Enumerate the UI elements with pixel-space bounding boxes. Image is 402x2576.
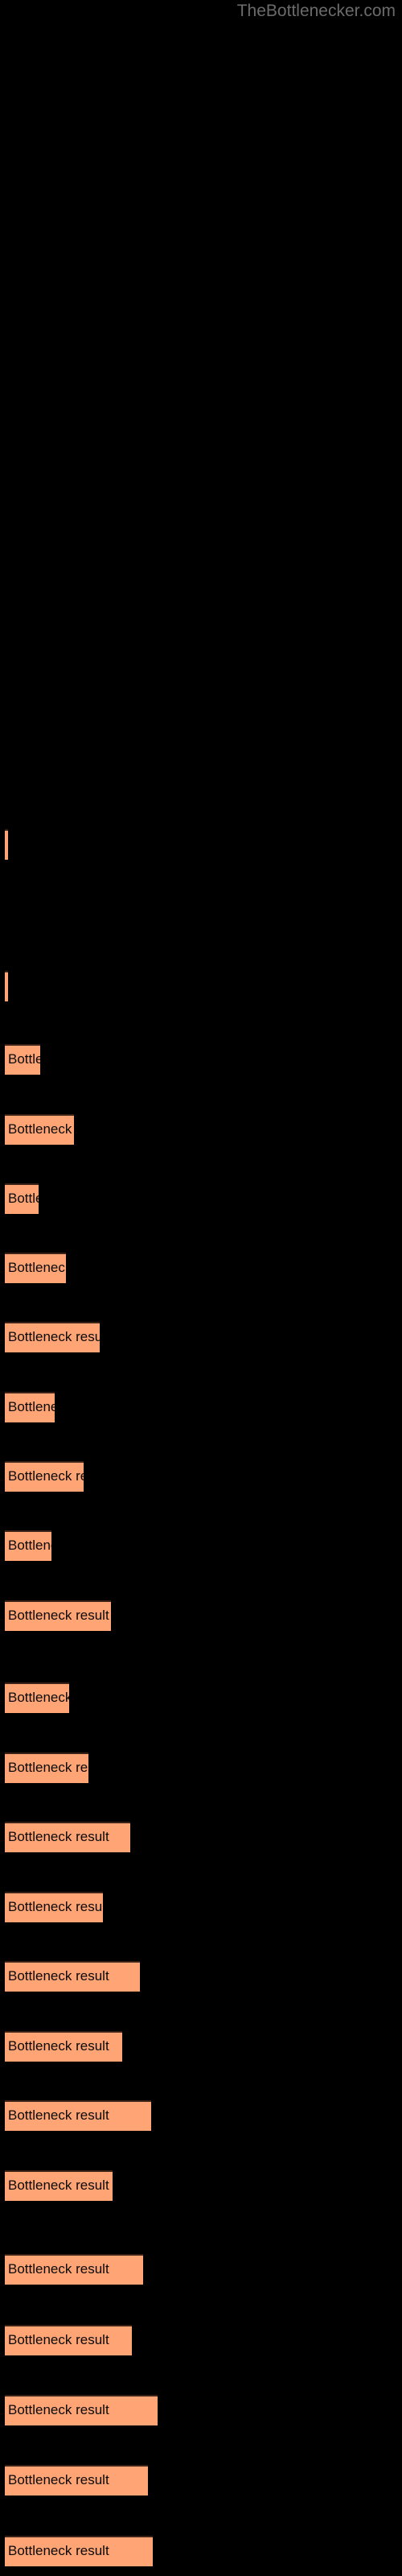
- bar-rect[interactable]: [5, 971, 8, 1001]
- bar-clip: Bottleneck result: [5, 971, 8, 1001]
- bar-clip: Bottleneck result: [5, 1461, 84, 1492]
- bar-label: Bottleneck result: [8, 1329, 100, 1344]
- bar-row[interactable]: Bottleneck result: [5, 2254, 143, 2285]
- bar-label: Bottleneck result: [8, 1899, 103, 1914]
- bar-clip: Bottleneck result: [5, 1752, 88, 1783]
- bar-clip: Bottleneck result: [5, 2254, 143, 2285]
- bar-clip: Bottleneck result: [5, 1322, 100, 1352]
- bar-label: Bottleneck result: [8, 1468, 84, 1484]
- bar-row[interactable]: Bottleneck result: [5, 1530, 51, 1561]
- bar-label: Bottleneck result: [8, 1608, 109, 1623]
- bar-row[interactable]: Bottleneck result: [5, 1183, 39, 1214]
- bar-label: Bottleneck result: [8, 1538, 51, 1553]
- bar-clip: Bottleneck result: [5, 1892, 103, 1922]
- bar-row[interactable]: Bottleneck result: [5, 1253, 66, 1283]
- bar-row[interactable]: Bottleneck result: [5, 2100, 151, 2131]
- bar-row[interactable]: Bottleneck result: [5, 2395, 158, 2425]
- bar-clip: Bottleneck result: [5, 2536, 153, 2566]
- bar-label: Bottleneck result: [8, 2543, 109, 2558]
- bar-label: Bottleneck result: [8, 1760, 88, 1775]
- bar-row[interactable]: Bottleneck result: [5, 1961, 140, 1992]
- bar-row[interactable]: Bottleneck result: [5, 971, 8, 1001]
- bar-label: Bottleneck result: [8, 1260, 66, 1275]
- bar-row[interactable]: Bottleneck result: [5, 1461, 84, 1492]
- bar-clip: Bottleneck result: [5, 2170, 113, 2201]
- bar-row[interactable]: Bottleneck result: [5, 2170, 113, 2201]
- bar-row[interactable]: Bottleneck result: [5, 2465, 148, 2496]
- bar-row[interactable]: Bottleneck result: [5, 1600, 111, 1631]
- bar-label: Bottleneck result: [8, 1968, 109, 1984]
- bar-clip: Bottleneck result: [5, 1961, 140, 1992]
- bar-clip: Bottleneck result: [5, 2395, 158, 2425]
- bar-label: Bottleneck result: [8, 1399, 55, 1414]
- bar-clip: Bottleneck result: [5, 1114, 74, 1145]
- bar-label: Bottleneck result: [8, 2402, 109, 2417]
- bar-clip: Bottleneck result: [5, 1044, 40, 1075]
- bar-label: Bottleneck result: [8, 1829, 109, 1844]
- bar-row[interactable]: Bottleneck result: [5, 1044, 40, 1075]
- bar-label: Bottleneck result: [8, 2332, 109, 2347]
- bar-row[interactable]: Bottleneck result: [5, 1322, 100, 1352]
- bar-clip: Bottleneck result: [5, 829, 8, 860]
- bar-label: Bottleneck result: [8, 2472, 109, 2487]
- bar-label: Bottleneck result: [8, 2038, 109, 2054]
- bar-label: Bottleneck result: [8, 2178, 109, 2193]
- bar-row[interactable]: Bottleneck result: [5, 1752, 88, 1783]
- bar-label: Bottleneck result: [8, 1121, 74, 1137]
- bar-rect[interactable]: [5, 829, 8, 860]
- bar-row[interactable]: Bottleneck result: [5, 1392, 55, 1422]
- bar-label: Bottleneck result: [8, 1191, 39, 1206]
- bar-clip: Bottleneck result: [5, 1822, 130, 1852]
- bar-series-container: Bottleneck result Bottleneck result Bottle…: [0, 0, 402, 2576]
- bar-clip: Bottleneck result: [5, 1253, 66, 1283]
- bar-row[interactable]: Bottleneck result: [5, 1822, 130, 1852]
- bar-clip: Bottleneck result: [5, 2100, 151, 2131]
- bar-row[interactable]: Bottleneck result: [5, 2325, 132, 2355]
- bar-row[interactable]: Bottleneck result: [5, 2031, 122, 2062]
- bar-label: Bottleneck result: [8, 2261, 109, 2277]
- bar-row[interactable]: Bottleneck result: [5, 829, 8, 860]
- bar-clip: Bottleneck result: [5, 1183, 39, 1214]
- bar-clip: Bottleneck result: [5, 2325, 132, 2355]
- bar-row[interactable]: Bottleneck result: [5, 2536, 153, 2566]
- bar-clip: Bottleneck result: [5, 2465, 148, 2496]
- bar-clip: Bottleneck result: [5, 1392, 55, 1422]
- bar-row[interactable]: Bottleneck result: [5, 1682, 69, 1713]
- bar-clip: Bottleneck result: [5, 2031, 122, 2062]
- bar-clip: Bottleneck result: [5, 1682, 69, 1713]
- bar-clip: Bottleneck result: [5, 1530, 51, 1561]
- bar-row[interactable]: Bottleneck result: [5, 1114, 74, 1145]
- bar-label: Bottleneck result: [8, 2107, 109, 2123]
- bar-row[interactable]: Bottleneck result: [5, 1892, 103, 1922]
- bar-label: Bottleneck result: [8, 1051, 40, 1067]
- bar-clip: Bottleneck result: [5, 1600, 111, 1631]
- bar-label: Bottleneck result: [8, 1690, 69, 1705]
- bottleneck-chart: TheBottlenecker.com Bottleneck resultBot…: [0, 0, 402, 2576]
